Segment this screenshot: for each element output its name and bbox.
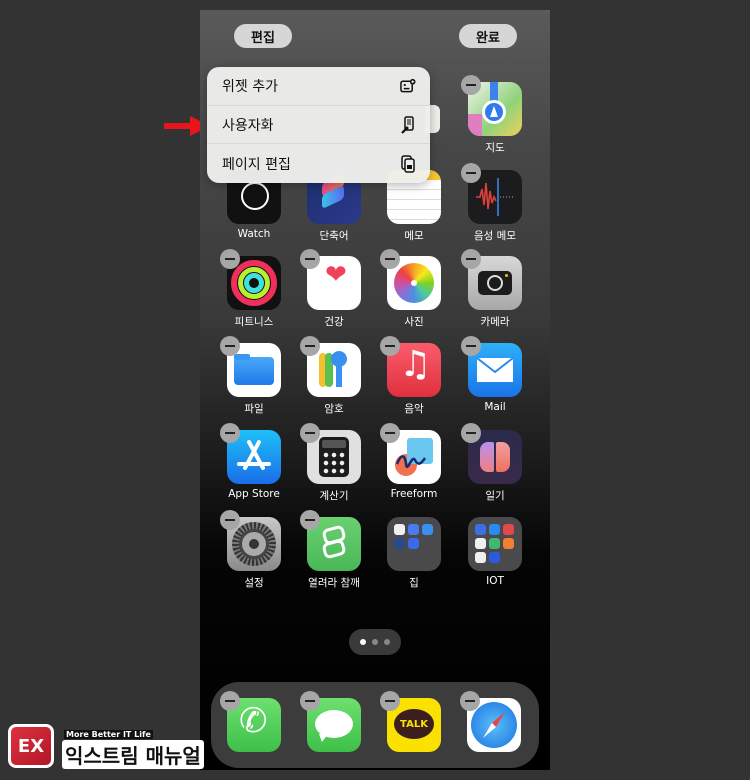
menu-item-customize[interactable]: 사용자화 [207, 106, 430, 145]
app-settings[interactable]: 설정 [219, 510, 289, 590]
logo-mark: EX [8, 724, 54, 768]
app-files[interactable]: 파일 [219, 336, 289, 416]
app-open-sesame[interactable]: 열려라 참깨 [299, 510, 369, 590]
dock-app-messages[interactable] [299, 691, 369, 752]
page-dot-2[interactable] [372, 639, 378, 645]
dock-app-safari[interactable] [459, 691, 529, 752]
done-button[interactable]: 완료 [459, 24, 517, 48]
app-journal[interactable]: 일기 [460, 423, 530, 503]
watermark-logo: EX More Better IT Life 익스트림 매뉴얼 [8, 722, 204, 770]
folder-iot[interactable]: IOT [460, 517, 530, 587]
remove-app-button[interactable] [380, 691, 400, 711]
remove-app-button[interactable] [461, 75, 481, 95]
app-photos[interactable]: 사진 [379, 249, 449, 329]
remove-app-button[interactable] [300, 510, 320, 530]
remove-app-button[interactable] [461, 163, 481, 183]
add-widget-icon [400, 77, 416, 95]
app-freeform[interactable]: Freeform [379, 423, 449, 500]
remove-app-button[interactable] [300, 336, 320, 356]
remove-app-button[interactable] [380, 423, 400, 443]
app-calculator[interactable]: 계산기 [299, 423, 369, 503]
remove-app-button[interactable] [300, 691, 320, 711]
folder-icon [387, 517, 441, 571]
edit-pages-icon [400, 154, 416, 173]
app-passwords[interactable]: 암호 [299, 336, 369, 416]
remove-app-button[interactable] [220, 423, 240, 443]
app-fitness[interactable]: 피트니스 [219, 249, 289, 329]
context-menu: 위젯 추가 사용자화 페이지 편집 [207, 67, 430, 183]
dock-app-kakaotalk[interactable]: TALK [379, 691, 449, 752]
page-dot-1[interactable] [360, 639, 366, 645]
remove-app-button[interactable] [460, 691, 480, 711]
remove-app-button[interactable] [461, 249, 481, 269]
dock: ✆ TALK [211, 682, 539, 768]
customize-icon [400, 115, 416, 134]
menu-item-add-widget[interactable]: 위젯 추가 [207, 67, 430, 106]
app-maps[interactable]: 지도 [460, 75, 530, 155]
logo-name: 익스트림 매뉴얼 [62, 740, 204, 769]
remove-app-button[interactable] [220, 510, 240, 530]
iphone-home-screen: 편집 완료 위젯 추가 사용자화 페이지 편집 지도 Watch 단축어 메모 … [200, 10, 550, 770]
remove-app-button[interactable] [220, 336, 240, 356]
edit-button[interactable]: 편집 [234, 24, 292, 48]
page-dot-3[interactable] [384, 639, 390, 645]
folder-icon [468, 517, 522, 571]
logo-tagline: More Better IT Life [64, 730, 153, 739]
remove-app-button[interactable] [461, 423, 481, 443]
app-music[interactable]: ♫ 음악 [379, 336, 449, 416]
remove-app-button[interactable] [220, 691, 240, 711]
app-mail[interactable]: Mail [460, 336, 530, 413]
app-health[interactable]: ❤ 건강 [299, 249, 369, 329]
page-indicator[interactable] [349, 629, 401, 655]
folder-home[interactable]: 집 [379, 517, 449, 590]
remove-app-button[interactable] [461, 336, 481, 356]
remove-app-button[interactable] [380, 336, 400, 356]
menu-item-edit-pages[interactable]: 페이지 편집 [207, 144, 430, 183]
remove-app-button[interactable] [380, 249, 400, 269]
app-camera[interactable]: 카메라 [460, 249, 530, 329]
app-voice-memos[interactable]: 음성 메모 [460, 163, 530, 243]
app-app-store[interactable]: App Store [219, 423, 289, 500]
remove-app-button[interactable] [300, 249, 320, 269]
dock-app-phone[interactable]: ✆ [219, 691, 289, 752]
remove-app-button[interactable] [220, 249, 240, 269]
remove-app-button[interactable] [300, 423, 320, 443]
